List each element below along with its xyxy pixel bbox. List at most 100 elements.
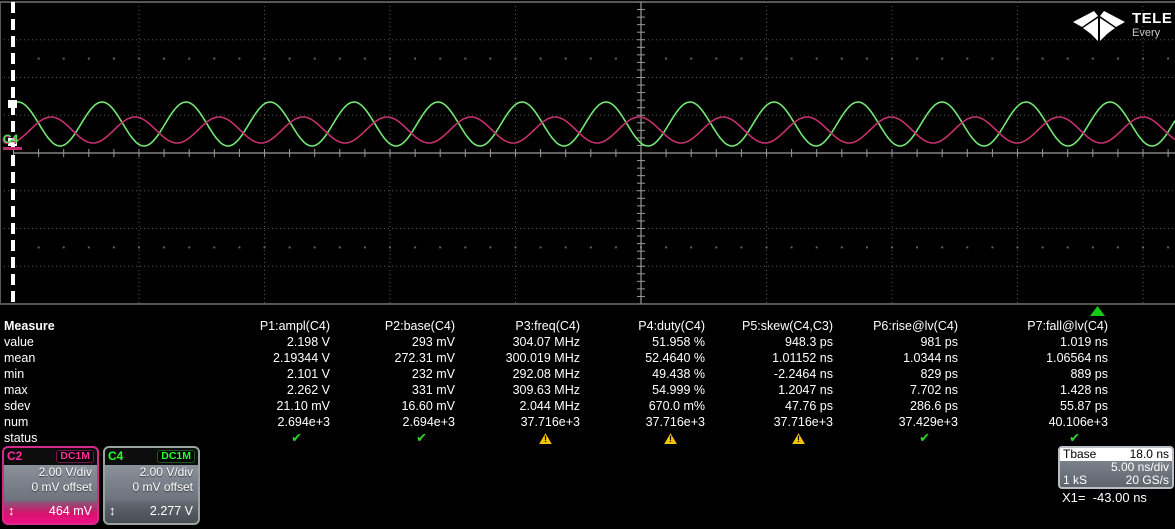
grid-tick-dot [464,246,466,248]
measure-max-cell: 54.999 % [582,382,707,398]
measure-row-label: sdev [0,398,205,414]
measure-min-cell: 292.08 MHz [457,366,582,382]
grid-tick-dot [364,58,366,60]
measure-col-header[interactable]: P3:freq(C4) [457,318,582,334]
grid-tick-dot [1092,58,1094,60]
measure-status-cell: ✔ [332,430,457,446]
grid-tick-dot [1142,58,1144,60]
waveform-grid[interactable]: C4 [0,0,1175,306]
measure-row-label: min [0,366,205,382]
grid-tick-dot [213,58,215,60]
offset-cursor-icon: ↕ [8,505,15,517]
grid-tick-dot [264,58,266,60]
channel-c4-coupling-badge[interactable]: DC1M [157,450,195,463]
measure-num-cell: 37.716e+3 [582,414,707,430]
grid-tick-dot [464,58,466,60]
grid-canvas [0,0,1175,306]
measure-col-header[interactable]: P2:base(C4) [332,318,457,334]
channel-c4-scale: 2.00 V/div [105,465,198,480]
channel-c2-label: C2 [7,449,22,463]
measure-min-cell: 49.438 % [582,366,707,382]
grid-tick-dot [966,246,968,248]
channel-c2-offset: 0 mV offset [4,480,97,495]
status-warning-icon: ! [792,433,805,444]
measure-sdev-cell: 286.6 ps [835,398,960,414]
grid-tick-dot [188,246,190,248]
grid-tick-dot [138,58,140,60]
measure-max-cell: 1.428 ns [960,382,1110,398]
measure-mean-cell: 300.019 MHz [457,350,582,366]
grid-tick-dot [1042,246,1044,248]
channel-zero-indicator-c4[interactable]: C4 [3,133,22,150]
measure-sdev-cell: 670.0 m% [582,398,707,414]
grid-tick-dot [841,246,843,248]
channel-c4-reading: 2.277 V [150,504,193,518]
measure-min-cell: 2.101 V [205,366,332,382]
measure-value-cell: 1.019 ns [960,334,1110,350]
grid-tick-dot [1017,58,1019,60]
measure-col-header[interactable]: P4:duty(C4) [582,318,707,334]
grid-tick-dot [816,58,818,60]
timebase-rate: 20 GS/s [1126,474,1169,487]
grid-tick-dot [489,58,491,60]
measure-row-label: max [0,382,205,398]
channel-c2-coupling-badge[interactable]: DC1M [56,450,94,463]
channel-c4-label: C4 [108,449,123,463]
grid-tick-dot [816,246,818,248]
grid-tick-dot [63,246,65,248]
measure-mean-cell: 1.01152 ns [707,350,835,366]
channel-c4-offset: 0 mV offset [105,480,198,495]
measure-max-cell: 331 mV [332,382,457,398]
grid-tick-dot [38,246,40,248]
grid-tick-dot [188,58,190,60]
measure-col-header[interactable]: P5:skew(C4,C3) [707,318,835,334]
grid-tick-dot [389,58,391,60]
measure-num-cell: 2.694e+3 [332,414,457,430]
measure-num-cell: 37.429e+3 [835,414,960,430]
grid-tick-dot [1167,246,1169,248]
measure-sdev-cell: 47.76 ps [707,398,835,414]
measure-col-header[interactable]: P1:ampl(C4) [205,318,332,334]
measure-col-header[interactable]: P7:fall@lv(C4) [960,318,1110,334]
grid-tick-dot [314,58,316,60]
measure-value-cell: 51.958 % [582,334,707,350]
measure-status-cell: ✔ [205,430,332,446]
measure-mean-cell: 52.4640 % [582,350,707,366]
measure-min-cell: 232 mV [332,366,457,382]
grid-tick-dot [665,58,667,60]
grid-tick-dot [540,246,542,248]
logo-text-line1: TELE [1132,10,1172,27]
channel-c2-reading: 464 mV [49,504,92,518]
channel-descriptor-c2[interactable]: C2 DC1M 2.00 V/div 0 mV offset ↕ 464 mV [2,446,99,525]
measure-status-cell: ! [582,430,707,446]
grid-tick-dot [766,246,768,248]
measure-status-cell: ✔ [960,430,1110,446]
timebase-descriptor[interactable]: Tbase 18.0 ns 5.00 ns/div 1 kS 20 GS/s [1058,446,1174,489]
trigger-position-icon[interactable] [1090,306,1105,316]
teledyne-lecroy-logo: TELE Every [1072,4,1175,48]
measure-value-cell: 948.3 ps [707,334,835,350]
measure-status-cell: ! [457,430,582,446]
grid-tick-dot [489,246,491,248]
measure-sdev-cell: 16.60 mV [332,398,457,414]
grid-tick-dot [113,58,115,60]
status-ok-icon: ✔ [416,430,427,445]
measure-mean-cell: 1.06564 ns [960,350,1110,366]
measure-min-cell: 829 ps [835,366,960,382]
measure-num-cell: 37.716e+3 [707,414,835,430]
measure-col-header[interactable]: P6:rise@lv(C4) [835,318,960,334]
measure-table: MeasureP1:ampl(C4)P2:base(C4)P3:freq(C4)… [0,318,1175,446]
measure-row-label: status [0,430,205,446]
measure-value-cell: 981 ps [835,334,960,350]
grid-tick-dot [238,58,240,60]
c4-trace-start-marker[interactable] [8,100,17,108]
trigger-delay-cursor[interactable] [11,2,15,304]
grid-tick-dot [565,58,567,60]
grid-tick-dot [63,58,65,60]
grid-tick-dot [364,246,366,248]
grid-tick-dot [565,246,567,248]
grid-tick-dot [1017,246,1019,248]
grid-tick-dot [866,246,868,248]
channel-descriptor-c4[interactable]: C4 DC1M 2.00 V/div 0 mV offset ↕ 2.277 V [103,446,200,525]
channel-c2-scale: 2.00 V/div [4,465,97,480]
